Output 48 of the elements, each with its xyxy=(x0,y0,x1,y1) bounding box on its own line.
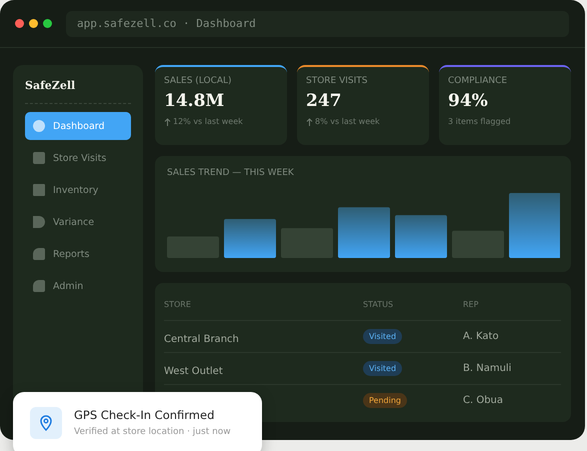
nav-icon xyxy=(33,280,45,292)
stat-note: 12% vs last week xyxy=(173,117,243,126)
nav-item[interactable]: Reports xyxy=(25,240,131,268)
brand-logo: SafeZell xyxy=(25,79,131,104)
chart-bar xyxy=(509,193,560,258)
nav-item[interactable]: Inventory xyxy=(25,176,131,204)
chart-bar xyxy=(395,215,447,258)
nav-icon xyxy=(33,152,45,164)
stat-value: 14.8M xyxy=(164,91,226,111)
nav-icon xyxy=(33,248,45,260)
nav-icon xyxy=(33,184,45,196)
nav-icon xyxy=(33,120,45,132)
stat-note: 8% vs last week xyxy=(315,117,380,126)
stat-note: 3 items flagged xyxy=(448,117,511,126)
chart-bar xyxy=(281,228,333,258)
stat-value: 94% xyxy=(448,91,489,111)
stat-title: COMPLIANCE xyxy=(448,76,508,86)
status-badge: Visited xyxy=(363,329,402,344)
stat-title: SALES (LOCAL) xyxy=(164,76,233,86)
maximize-dot-icon[interactable] xyxy=(43,19,52,28)
chart-title: SALES TREND — THIS WEEK xyxy=(167,168,295,178)
chart-bar xyxy=(452,230,504,258)
column-header: STORE xyxy=(164,300,192,309)
rep-cell-text: A. Kato xyxy=(463,331,500,342)
status-badge: Pending xyxy=(363,393,407,408)
chart-bar xyxy=(167,236,219,258)
chart-bar xyxy=(338,207,390,258)
nav-item[interactable]: Store Visits xyxy=(25,144,131,172)
toast-title: GPS Check-In Confirmed xyxy=(74,408,216,422)
minimize-dot-icon[interactable] xyxy=(29,19,38,28)
nav-item[interactable]: Variance xyxy=(25,208,131,236)
store-cell: West Outlet xyxy=(164,366,223,377)
toast-message: Verified at store location · just now xyxy=(74,427,231,437)
rep-cell-text: C. Obua xyxy=(463,395,504,406)
store-cell: Central Branch xyxy=(164,334,239,345)
column-header: REP xyxy=(463,300,480,309)
stat-title: STORE VISITS xyxy=(306,76,368,86)
stat-value: 247 xyxy=(306,91,342,111)
rep-cell-text: B. Namuli xyxy=(463,363,512,374)
status-badge: Visited xyxy=(363,361,402,376)
address-bar[interactable]: app.safezell.co · Dashboard xyxy=(66,10,569,36)
column-header: STATUS xyxy=(363,300,394,309)
nav-icon xyxy=(33,216,45,228)
close-dot-icon[interactable] xyxy=(15,19,24,28)
nav-item[interactable]: Dashboard xyxy=(25,112,131,140)
nav-item[interactable]: Admin xyxy=(25,272,131,300)
location-pin-icon xyxy=(30,407,62,439)
chart-bar xyxy=(224,219,276,258)
